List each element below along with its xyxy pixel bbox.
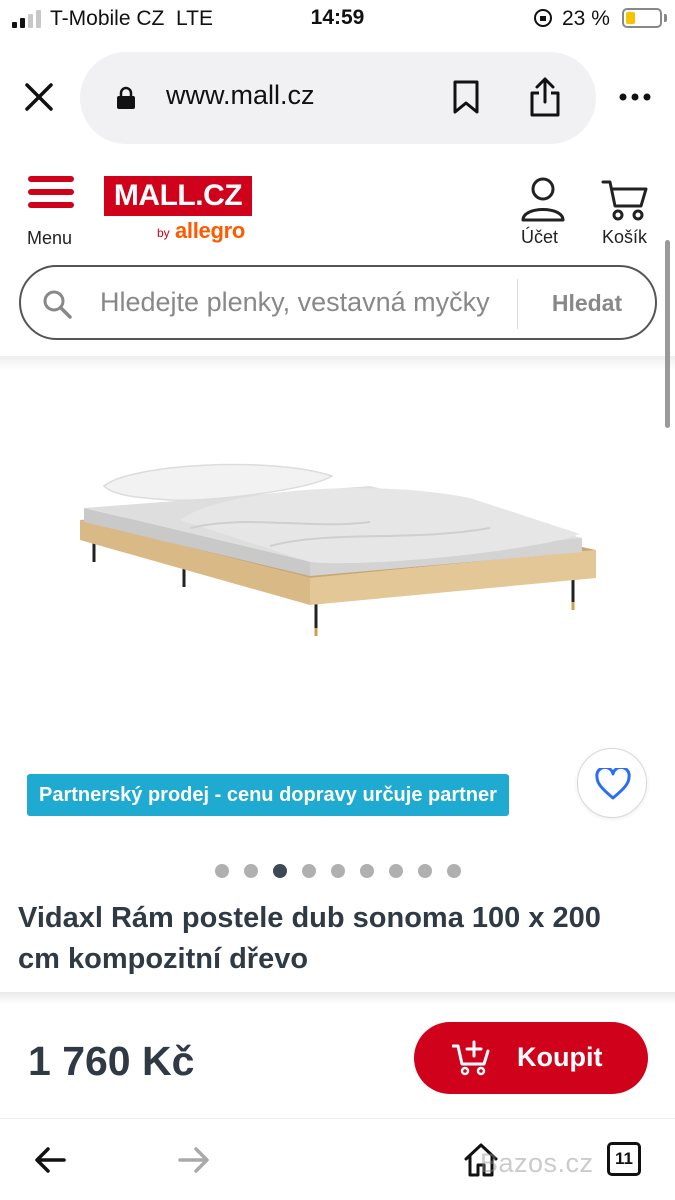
product-title: Vidaxl Rám postele dub sonoma 100 x 200 … — [18, 902, 601, 975]
search-button[interactable]: Hledat — [530, 290, 644, 317]
logo[interactable]: MALL.CZ — [104, 176, 252, 216]
favorite-button[interactable] — [577, 748, 647, 818]
battery-icon — [622, 8, 662, 28]
product-image[interactable] — [70, 450, 610, 650]
tabs-icon[interactable]: 11 — [607, 1142, 641, 1176]
bookmark-icon[interactable] — [452, 80, 480, 114]
carousel-dot[interactable] — [244, 864, 258, 878]
price-bar-divider — [0, 992, 675, 1004]
rotation-lock-icon — [534, 9, 552, 27]
product-price: 1 760 Kč — [28, 1038, 195, 1084]
add-to-cart-icon — [452, 1040, 490, 1076]
carousel-dot[interactable] — [302, 864, 316, 878]
menu-icon[interactable] — [28, 176, 74, 210]
search-input[interactable]: Hledejte plenky, vestavná myčky — [100, 287, 500, 318]
back-arrow-icon[interactable] — [34, 1146, 66, 1174]
buy-button-label[interactable]: Koupit — [517, 1042, 602, 1073]
scrollbar[interactable] — [665, 240, 670, 428]
status-bar: T-Mobile CZ LTE 14:59 23 % — [0, 0, 675, 40]
partner-sale-badge: Partnerský prodej - cenu dopravy určuje … — [27, 774, 509, 816]
more-icon[interactable] — [618, 92, 652, 102]
watermark: Bazos.cz — [480, 1148, 594, 1178]
address-bar[interactable] — [80, 52, 596, 144]
carousel-dot[interactable] — [215, 864, 229, 878]
menu-label[interactable]: Menu — [27, 228, 72, 249]
share-icon[interactable] — [528, 76, 562, 118]
url-text[interactable]: www.mall.cz — [166, 80, 315, 111]
account-icon[interactable] — [518, 176, 568, 222]
carousel-dot[interactable] — [447, 864, 461, 878]
search-divider — [517, 279, 518, 329]
header-shadow — [0, 356, 675, 370]
carousel-dot[interactable] — [360, 864, 374, 878]
carousel-dot[interactable] — [418, 864, 432, 878]
battery-cap — [664, 14, 667, 22]
forward-arrow-icon[interactable] — [178, 1146, 210, 1174]
search-icon — [43, 290, 72, 319]
battery-percentage: 23 % — [562, 7, 610, 30]
carousel-dot[interactable] — [331, 864, 345, 878]
carousel-dot[interactable] — [389, 864, 403, 878]
logo-allegro-text: allegro — [175, 218, 246, 243]
logo-by-text: by — [157, 226, 170, 240]
lock-icon — [117, 86, 135, 109]
close-icon[interactable] — [22, 80, 56, 114]
account-label[interactable]: Účet — [521, 227, 558, 248]
carousel-dot[interactable] — [273, 864, 287, 878]
cart-icon[interactable] — [601, 178, 649, 222]
heart-icon — [595, 768, 631, 800]
cart-label[interactable]: Košík — [602, 227, 647, 248]
carousel-dots — [215, 864, 461, 878]
